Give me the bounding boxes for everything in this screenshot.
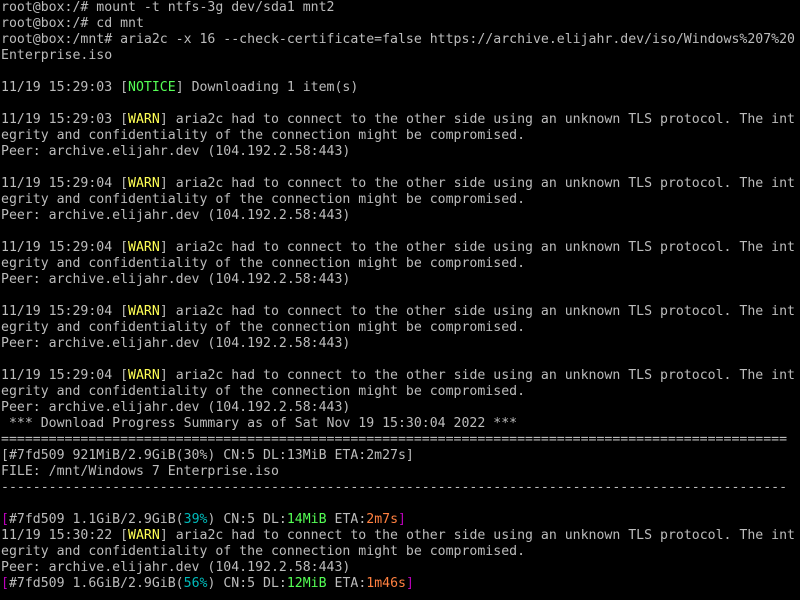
terminal-text: root@box:/# mount -t ntfs-3g dev/sda1 mn… — [1, 0, 335, 15]
terminal-line: 11/19 15:29:03 [WARN] aria2c had to conn… — [0, 112, 800, 128]
terminal-line: Peer: archive.elijahr.dev (104.192.2.58:… — [0, 272, 800, 288]
terminal-text: ] aria2c had to connect to the other sid… — [159, 112, 795, 127]
terminal-line: root@box:/# mount -t ntfs-3g dev/sda1 mn… — [0, 0, 800, 16]
terminal-text: egrity and confidentiality of the connec… — [1, 544, 526, 559]
terminal-line: root@box:/# cd mnt — [0, 16, 800, 32]
terminal-text: egrity and confidentiality of the connec… — [1, 320, 526, 335]
terminal-text: ) CN:5 DL: — [207, 576, 287, 591]
terminal-text: egrity and confidentiality of the connec… — [1, 384, 526, 399]
terminal-text: Peer: archive.elijahr.dev (104.192.2.58:… — [1, 144, 351, 159]
terminal-text: 11/19 15:29:03 [ — [1, 112, 129, 127]
terminal-line: [#7fd509 1.1GiB/2.9GiB(39%) CN:5 DL:14Mi… — [0, 512, 800, 528]
terminal-text: 11/19 15:29:04 [ — [1, 304, 129, 319]
terminal-text-notice: NOTICE — [128, 80, 176, 95]
terminal-text: Peer: archive.elijahr.dev (104.192.2.58:… — [1, 336, 351, 351]
terminal-text: ] aria2c had to connect to the other sid… — [159, 368, 795, 383]
terminal-line: [#7fd509 921MiB/2.9GiB(30%) CN:5 DL:13Mi… — [0, 448, 800, 464]
terminal-window[interactable]: root@box:/# mount -t ntfs-3g dev/sda1 mn… — [0, 0, 800, 600]
terminal-text-cyan: 39% — [183, 512, 208, 527]
terminal-text-warn: WARN — [128, 368, 160, 383]
terminal-text: Peer: archive.elijahr.dev (104.192.2.58:… — [1, 400, 351, 415]
terminal-line: [#7fd509 1.6GiB/2.9GiB(56%) CN:5 DL:12Mi… — [0, 576, 800, 592]
terminal-line: egrity and confidentiality of the connec… — [0, 192, 800, 208]
terminal-line: 11/19 15:29:04 [WARN] aria2c had to conn… — [0, 304, 800, 320]
terminal-text: Peer: archive.elijahr.dev (104.192.2.58:… — [1, 208, 351, 223]
terminal-text: ] aria2c had to connect to the other sid… — [159, 176, 795, 191]
terminal-text: Peer: archive.elijahr.dev (104.192.2.58:… — [1, 272, 351, 287]
terminal-text-magenta: ] — [398, 512, 406, 527]
terminal-text-magenta: [ — [1, 512, 9, 527]
terminal-line: Peer: archive.elijahr.dev (104.192.2.58:… — [0, 400, 800, 416]
terminal-text: 11/19 15:29:03 [ — [1, 80, 129, 95]
terminal-line: egrity and confidentiality of the connec… — [0, 384, 800, 400]
terminal-line: *** Download Progress Summary as of Sat … — [0, 416, 800, 432]
terminal-text: 11/19 15:29:04 [ — [1, 240, 129, 255]
terminal-line: FILE: /mnt/Windows 7 Enterprise.iso — [0, 464, 800, 480]
terminal-text-warn: WARN — [128, 240, 160, 255]
terminal-text: *** Download Progress Summary as of Sat … — [1, 416, 518, 431]
terminal-line: Peer: archive.elijahr.dev (104.192.2.58:… — [0, 560, 800, 576]
terminal-text: ETA: — [326, 512, 367, 527]
terminal-line: Peer: archive.elijahr.dev (104.192.2.58:… — [0, 208, 800, 224]
terminal-text: ----------------------------------------… — [1, 480, 788, 495]
terminal-line: ----------------------------------------… — [0, 480, 800, 496]
terminal-text: root@box:/# cd mnt — [1, 16, 144, 31]
terminal-line: 11/19 15:30:22 [WARN] aria2c had to conn… — [0, 528, 800, 544]
terminal-text: root@box:/mnt# aria2c -x 16 --check-cert… — [1, 32, 795, 47]
terminal-text: #7fd509 1.1GiB/2.9GiB( — [8, 512, 184, 527]
terminal-text: ] Downloading 1 item(s) — [175, 80, 359, 95]
terminal-line: egrity and confidentiality of the connec… — [0, 544, 800, 560]
terminal-text: ] aria2c had to connect to the other sid… — [159, 240, 795, 255]
terminal-line: 11/19 15:29:04 [WARN] aria2c had to conn… — [0, 240, 800, 256]
terminal-text: ) CN:5 DL: — [207, 512, 287, 527]
terminal-text: egrity and confidentiality of the connec… — [1, 128, 526, 143]
terminal-text: ========================================… — [1, 432, 788, 447]
terminal-text: ETA: — [326, 576, 367, 591]
terminal-text: 11/19 15:29:04 [ — [1, 176, 129, 191]
terminal-line: Enterprise.iso — [0, 48, 800, 64]
terminal-text-warn: WARN — [128, 304, 160, 319]
terminal-text-orange: 1m46s — [366, 576, 406, 591]
terminal-text: ] aria2c had to connect to the other sid… — [159, 304, 795, 319]
terminal-line: 11/19 15:29:04 [WARN] aria2c had to conn… — [0, 368, 800, 384]
terminal-line: Peer: archive.elijahr.dev (104.192.2.58:… — [0, 336, 800, 352]
terminal-text-green: 12MiB — [286, 576, 327, 591]
terminal-text: 11/19 15:29:04 [ — [1, 368, 129, 383]
terminal-line: Peer: archive.elijahr.dev (104.192.2.58:… — [0, 144, 800, 160]
terminal-text-magenta: ] — [405, 576, 414, 591]
terminal-text-warn: WARN — [128, 176, 160, 191]
terminal-text: egrity and confidentiality of the connec… — [1, 192, 526, 207]
terminal-line: 11/19 15:29:04 [WARN] aria2c had to conn… — [0, 176, 800, 192]
terminal-text-green: 14MiB — [286, 512, 327, 527]
terminal-text-cyan: 56% — [183, 576, 208, 591]
terminal-text-warn: WARN — [128, 528, 160, 543]
terminal-text: [#7fd509 921MiB/2.9GiB(30%) CN:5 DL:13Mi… — [1, 448, 414, 463]
terminal-line: egrity and confidentiality of the connec… — [0, 256, 800, 272]
terminal-line: root@box:/mnt# aria2c -x 16 --check-cert… — [0, 32, 800, 48]
terminal-text: FILE: /mnt/Windows 7 Enterprise.iso — [1, 464, 279, 479]
terminal-text: Enterprise.iso — [1, 48, 113, 63]
terminal-text: ] aria2c had to connect to the other sid… — [159, 528, 795, 543]
terminal-line: egrity and confidentiality of the connec… — [0, 128, 800, 144]
terminal-text-magenta: [ — [1, 576, 9, 591]
terminal-line: 11/19 15:29:03 [NOTICE] Downloading 1 it… — [0, 80, 800, 96]
terminal-line: ========================================… — [0, 432, 800, 448]
terminal-text-warn: WARN — [128, 112, 160, 127]
terminal-text: egrity and confidentiality of the connec… — [1, 256, 526, 271]
terminal-line: egrity and confidentiality of the connec… — [0, 320, 800, 336]
terminal-text: #7fd509 1.6GiB/2.9GiB( — [8, 576, 184, 591]
terminal-text-orange: 2m7s — [366, 512, 399, 527]
terminal-text: 11/19 15:30:22 [ — [1, 528, 129, 543]
terminal-text: Peer: archive.elijahr.dev (104.192.2.58:… — [1, 560, 351, 575]
